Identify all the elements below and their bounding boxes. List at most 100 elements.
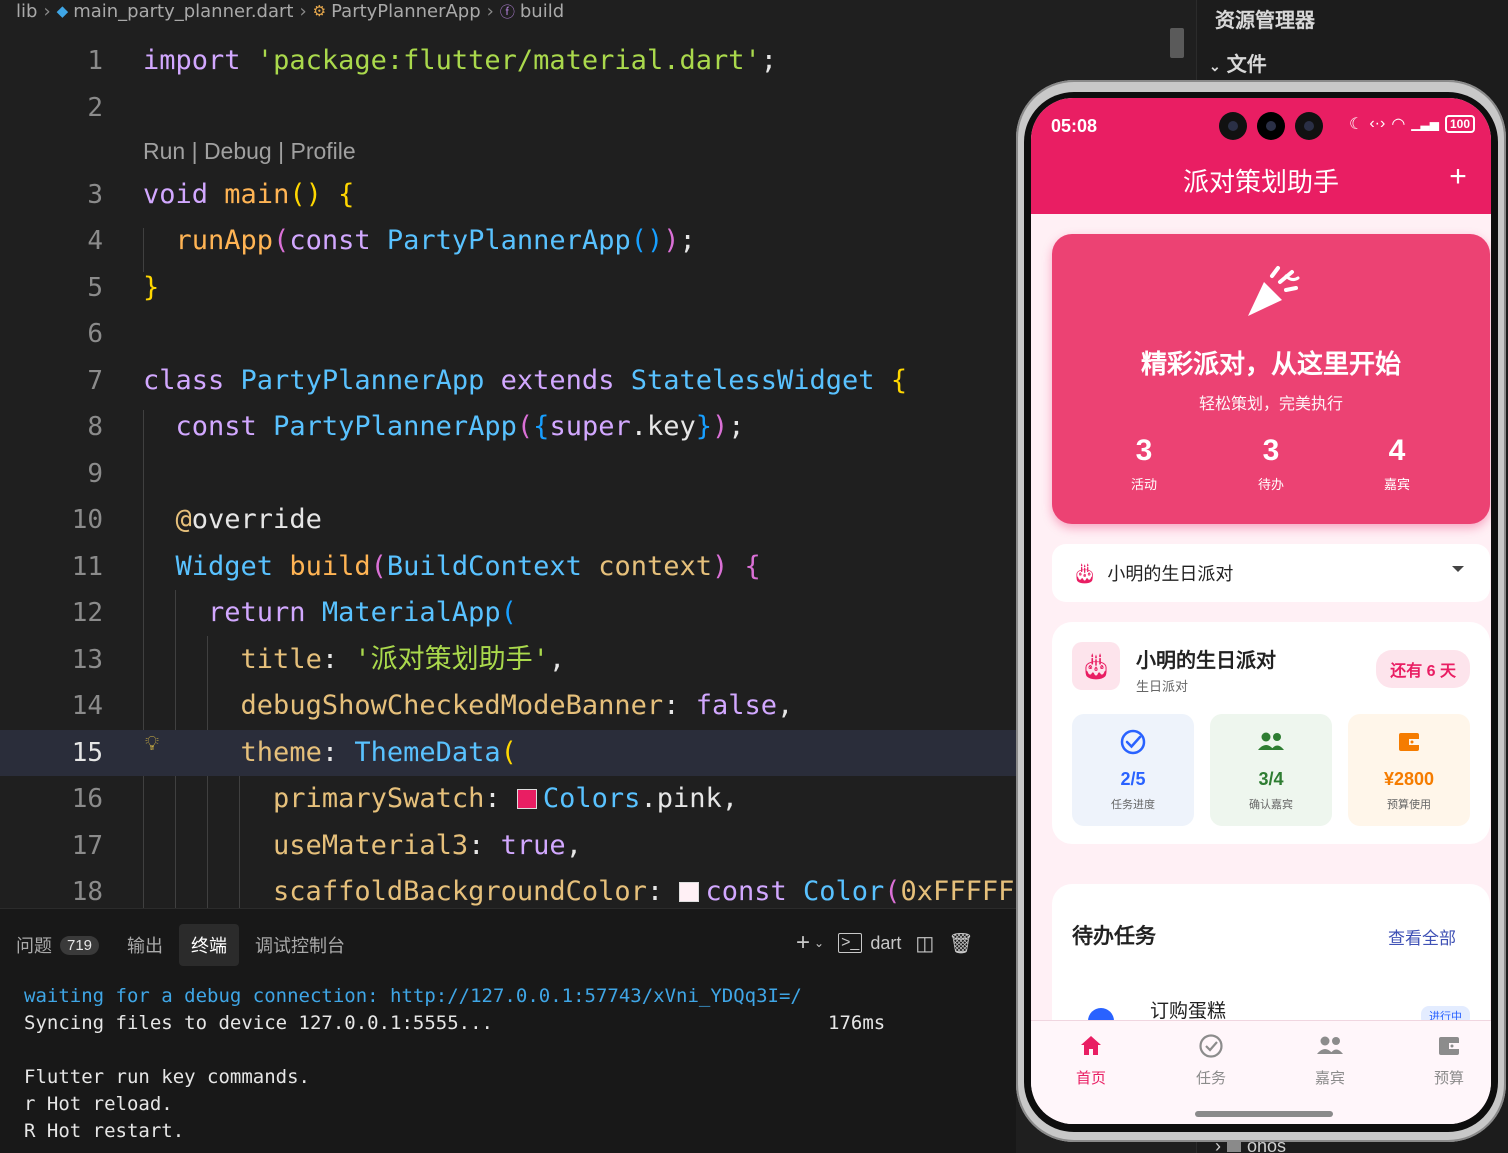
breadcrumb: lib › ◆ main_party_planner.dart › ⚙ Part…	[16, 0, 564, 22]
task-check-icon	[1161, 1033, 1261, 1063]
code-line[interactable]: 4 runApp(const PartyPlannerApp());	[0, 218, 1016, 264]
nav-budget[interactable]: 预算	[1399, 1033, 1491, 1088]
trash-icon[interactable]: 🗑︎	[948, 931, 973, 956]
budget-usage-tile[interactable]: ¥2800 预算使用	[1348, 714, 1470, 826]
function-icon: ⓕ	[499, 2, 515, 21]
camera-icon	[1295, 112, 1323, 140]
nav-tasks[interactable]: 任务	[1161, 1033, 1261, 1088]
cake-icon: 🎂︎	[1072, 562, 1098, 585]
code-line[interactable]: 9	[0, 451, 1016, 497]
nav-home[interactable]: 首页	[1041, 1033, 1141, 1088]
guests-icon	[1280, 1033, 1380, 1063]
view-all-link[interactable]: 查看全部	[1388, 924, 1456, 949]
event-type: 生日派对	[1136, 679, 1189, 694]
stat-todos: 3 待办	[1257, 434, 1284, 492]
event-card[interactable]: 🎂︎ 小明的生日派对 生日派对 还有 6 天 2/5 任务进度 3/4 确认嘉宾…	[1052, 622, 1490, 844]
dropdown-arrow-icon	[1452, 566, 1464, 572]
app-title: 派对策划助手	[1182, 167, 1339, 197]
code-line[interactable]: 14 debugShowCheckedModeBanner: false,	[0, 683, 1016, 729]
split-terminal-icon[interactable]: ◫	[915, 931, 934, 956]
add-button[interactable]: +	[1441, 160, 1475, 194]
status-icons: ☾ ‹·› ◠ ▁▃▅ 100	[1349, 114, 1476, 134]
code-line[interactable]: 16 primarySwatch: Colors.pink,	[0, 776, 1016, 822]
code-line[interactable]: 3 void main() {	[0, 172, 1016, 218]
panel-tabs: 问题 719 输出 终端 调试控制台	[0, 923, 357, 967]
breadcrumb-item-method[interactable]: build	[520, 1, 564, 22]
terminal-line: Syncing files to device 127.0.0.1:5555..…	[24, 1012, 493, 1034]
code-line[interactable]: 17 useMaterial3: true,	[0, 823, 1016, 869]
guests-icon	[1210, 728, 1332, 763]
home-icon	[1041, 1033, 1141, 1063]
status-time: 05:08	[1051, 116, 1098, 136]
wifi-icon: ◠	[1391, 116, 1406, 133]
stat-activities: 3 活动	[1130, 434, 1157, 492]
app-screen: 05:08 ☾ ‹·› ◠ ▁▃▅ 100 派对策划助手 + 精彩派对，从这里开…	[1031, 98, 1491, 1124]
chevron-right-icon: ›	[486, 0, 494, 22]
check-circle-icon	[1072, 728, 1194, 763]
code-line[interactable]: 6	[0, 311, 1016, 357]
code-line[interactable]: 13 title: '派对策划助手',	[0, 637, 1016, 683]
stat-guests: 4 嘉宾	[1383, 434, 1410, 492]
terminal-line: R Hot restart.	[24, 1120, 185, 1142]
breadcrumb-item-file[interactable]: main_party_planner.dart	[73, 1, 293, 22]
task-item-title[interactable]: 订购蛋糕	[1150, 996, 1226, 1023]
confirmed-guests-tile[interactable]: 3/4 确认嘉宾	[1210, 714, 1332, 826]
code-line[interactable]: 10 @override	[0, 497, 1016, 543]
hero-subtitle: 轻松策划，完美执行	[1198, 396, 1343, 413]
wallet-icon	[1399, 1033, 1491, 1063]
task-progress-tile[interactable]: 2/5 任务进度	[1072, 714, 1194, 826]
camera-icon	[1219, 112, 1247, 140]
code-line[interactable]: 7 class PartyPlannerApp extends Stateless…	[0, 358, 1016, 404]
chevron-right-icon: ›	[299, 0, 307, 22]
event-dropdown[interactable]: 🎂︎ 小明的生日派对	[1052, 544, 1490, 602]
terminal-shell-name[interactable]: dart	[870, 933, 901, 954]
color-swatch-icon[interactable]	[679, 882, 700, 902]
camera-icon	[1257, 112, 1285, 140]
panel-actions: + ⌄ >_ dart ◫ 🗑︎	[796, 929, 974, 957]
editor-scrollbar[interactable]	[1170, 28, 1184, 58]
signal-icon: ▁▃▅	[1411, 117, 1439, 131]
add-terminal-icon[interactable]: +	[796, 929, 810, 957]
code-line[interactable]: 12 return MaterialApp(	[0, 590, 1016, 636]
code-editor[interactable]: lib › ◆ main_party_planner.dart › ⚙ Part…	[0, 0, 1016, 908]
terminal-line: waiting for a debug connection: http://1…	[24, 985, 802, 1007]
code-line[interactable]: 8 const PartyPlannerApp({super.key});	[0, 404, 1016, 450]
bottom-navigation: 首页 任务 嘉宾 预算	[1031, 1020, 1491, 1124]
explorer-section-files[interactable]: ⌄ 文件	[1209, 48, 1267, 77]
dart-file-icon: ◆	[56, 2, 69, 20]
hero-title: 精彩派对，从这里开始	[1140, 349, 1401, 379]
data-transfer-icon: ‹·›	[1369, 115, 1386, 132]
tab-terminal[interactable]: 终端	[179, 924, 240, 966]
code-line[interactable]: 5}	[0, 265, 1016, 311]
hero-banner: 精彩派对，从这里开始 轻松策划，完美执行 3 活动 3 待办 4 嘉宾	[1052, 234, 1490, 524]
terminal-sync-time: 176ms	[828, 1012, 886, 1034]
chevron-down-icon: ⌄	[1209, 58, 1221, 74]
terminal-line: r Hot reload.	[24, 1093, 173, 1115]
event-dropdown-value: 小明的生日派对	[1107, 564, 1234, 584]
chevron-down-icon[interactable]: ⌄	[814, 936, 824, 950]
terminal-line: Flutter run key commands.	[24, 1066, 310, 1088]
code-line[interactable]: 1 import 'package:flutter/material.dart';	[0, 38, 1016, 84]
debug-url-link[interactable]: http://127.0.0.1:57743/xVni_YDQq3I=/	[390, 985, 802, 1007]
code-line[interactable]: 18 scaffoldBackgroundColor: const Color(…	[0, 869, 1016, 908]
nav-guests[interactable]: 嘉宾	[1280, 1033, 1380, 1088]
bottom-panel: 问题 719 输出 终端 调试控制台 + ⌄ >_ dart ◫ 🗑︎ waiti…	[0, 908, 1016, 1153]
color-swatch-icon[interactable]	[516, 789, 537, 809]
event-name: 小明的生日派对	[1136, 650, 1276, 672]
codelens-run-debug-profile[interactable]: Run | Debug | Profile	[143, 138, 356, 165]
code-line[interactable]: 2	[0, 85, 1016, 131]
breadcrumb-item-class[interactable]: PartyPlannerApp	[331, 1, 481, 22]
home-indicator[interactable]	[1195, 1111, 1333, 1117]
app-bar: 05:08 ☾ ‹·› ◠ ▁▃▅ 100 派对策划助手 +	[1031, 98, 1491, 214]
code-line[interactable]: 11 Widget build(BuildContext context) {	[0, 544, 1016, 590]
battery-icon: 100	[1444, 115, 1476, 133]
class-icon: ⚙	[312, 2, 327, 20]
tab-problems[interactable]: 问题 719	[4, 924, 111, 966]
breadcrumb-item-lib[interactable]: lib	[16, 1, 37, 22]
explorer-title: 资源管理器	[1215, 10, 1315, 32]
tab-debug-console[interactable]: 调试控制台	[243, 924, 357, 966]
wallet-icon	[1348, 728, 1470, 763]
lightbulb-icon[interactable]: 💡︎	[145, 731, 159, 755]
terminal-icon[interactable]: >_	[838, 933, 863, 953]
tab-output[interactable]: 输出	[115, 924, 175, 966]
